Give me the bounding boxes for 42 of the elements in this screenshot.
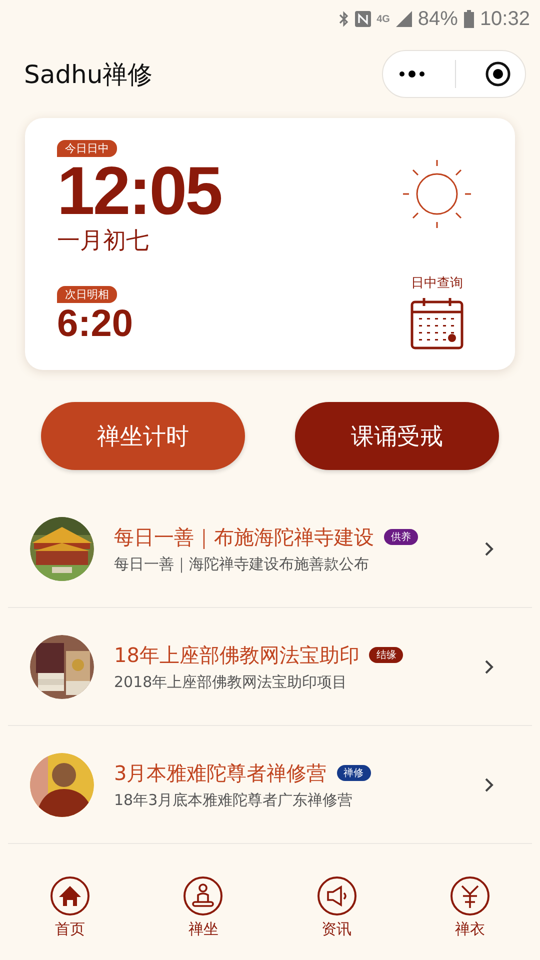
midday-query[interactable]: 日中查询: [410, 274, 464, 350]
dawn-time: 6:20: [57, 303, 134, 346]
tab-item[interactable]: 资讯: [296, 870, 377, 954]
more-icon[interactable]: [397, 69, 428, 79]
feed-item[interactable]: 3月本雅难陀尊者禅修营 禅修 18年3月底本雅难陀尊者广东禅修营: [8, 726, 532, 844]
next-label: 次日明相: [57, 286, 117, 303]
app-title: Sadhu禅修: [24, 58, 153, 90]
item-title: 3月本雅难陀尊者禅修营: [114, 760, 327, 786]
capsule-menu[interactable]: [382, 50, 526, 98]
item-subtitle: 2018年上座部佛教网法宝助印项目: [114, 672, 348, 692]
category-tag: 供养: [384, 529, 418, 545]
calendar-icon: [410, 296, 464, 350]
signal-icon: [396, 11, 412, 27]
battery-icon: [464, 10, 474, 28]
lunar-date: 一月初七: [57, 227, 150, 256]
tab-item[interactable]: 禅坐: [163, 870, 244, 954]
today-label: 今日日中: [57, 140, 117, 157]
item-subtitle: 每日一善｜海陀禅寺建设布施善款公布: [114, 554, 370, 574]
chevron-icon: [484, 658, 494, 674]
feed-item[interactable]: 每日一善｜布施海陀禅寺建设 供养 每日一善｜海陀禅寺建设布施善款公布: [8, 490, 532, 608]
meditate-icon: [183, 876, 224, 916]
tab-item[interactable]: 禅衣: [430, 870, 510, 954]
feed-item[interactable]: 18年上座部佛教网法宝助印 结缘 2018年上座部佛教网法宝助印项目: [8, 608, 532, 726]
action-button[interactable]: 禅坐计时: [41, 402, 245, 470]
network-label: 4G: [376, 14, 390, 24]
bluetooth-icon: [338, 11, 349, 27]
category-tag: 禅修: [336, 765, 371, 781]
chevron-icon: [484, 776, 494, 792]
clock: 10:32: [480, 8, 530, 30]
nfc-icon: [354, 11, 371, 27]
action-button[interactable]: 课诵受戒: [295, 402, 499, 470]
speaker-icon: [316, 876, 357, 916]
midday-time: 12:05: [57, 157, 221, 225]
chevron-icon: [484, 540, 494, 556]
item-title: 每日一善｜布施海陀禅寺建设: [114, 524, 374, 550]
battery-percent: 84%: [418, 8, 458, 30]
tab-item[interactable]: 首页: [30, 870, 110, 954]
item-title: 18年上座部佛教网法宝助印: [114, 642, 360, 668]
home-icon: [50, 876, 90, 916]
item-subtitle: 18年3月底本雅难陀尊者广东禅修营: [114, 790, 354, 810]
category-tag: 结缘: [369, 647, 404, 663]
sun-icon: [403, 160, 471, 228]
